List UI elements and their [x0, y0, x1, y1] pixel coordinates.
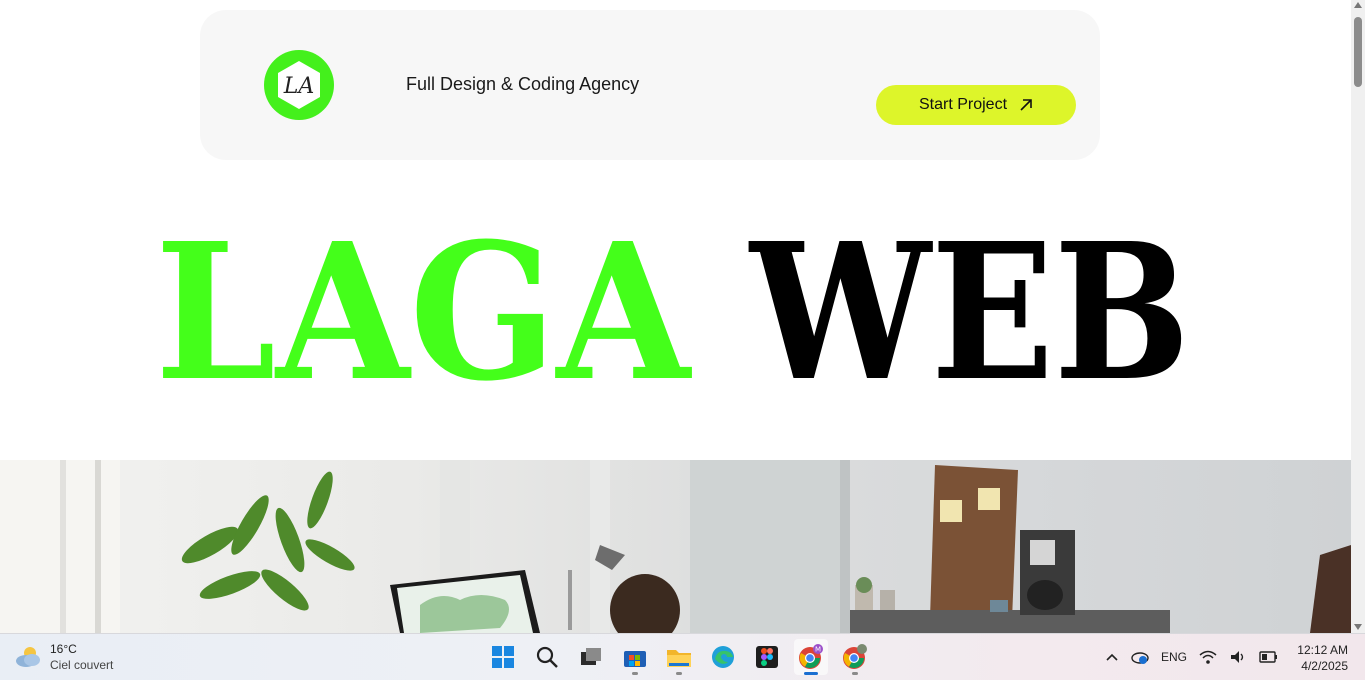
- taskbar-apps: M: [486, 639, 872, 675]
- logo-hexagon-icon: LA: [278, 61, 320, 109]
- taskbar-clock[interactable]: 12:12 AM 4/2/2025: [1290, 642, 1348, 674]
- wifi-icon[interactable]: [1199, 649, 1217, 665]
- scroll-down-arrow-icon[interactable]: [1354, 624, 1362, 630]
- chevron-up-icon[interactable]: [1105, 652, 1119, 662]
- clock-time: 12:12 AM: [1297, 643, 1348, 657]
- clock-date: 4/2/2025: [1301, 659, 1348, 673]
- battery-icon[interactable]: [1259, 650, 1279, 664]
- taskbar-chrome-profile-m-button[interactable]: M: [794, 639, 828, 675]
- taskbar-file-explorer-button[interactable]: [662, 639, 696, 675]
- windows-start-icon: [492, 646, 514, 668]
- arrow-up-right-icon: [1020, 99, 1032, 111]
- scroll-up-arrow-icon[interactable]: [1354, 2, 1362, 8]
- logo-text: LA: [283, 74, 315, 99]
- svg-text:M: M: [815, 646, 821, 654]
- browser-viewport: LA Full Design & Coding Agency Start Pro…: [0, 0, 1351, 633]
- chrome-icon: M: [799, 644, 823, 669]
- scroll-thumb[interactable]: [1354, 17, 1362, 87]
- running-indicator: [804, 672, 818, 675]
- taskbar-task-view-button[interactable]: [574, 639, 608, 675]
- hero-title: LAGA WEB: [0, 222, 1351, 397]
- taskbar-chrome-profile-2-button[interactable]: [838, 639, 872, 675]
- chrome-icon: [843, 644, 867, 669]
- hero-word-laga: LAGA: [155, 222, 692, 397]
- edge-browser-icon: [712, 646, 734, 668]
- taskbar-store-button[interactable]: [618, 639, 652, 675]
- page-scrollbar[interactable]: [1351, 0, 1365, 633]
- start-project-button[interactable]: Start Project: [876, 85, 1076, 125]
- weather-description: Ciel couvert: [50, 658, 114, 672]
- windows-taskbar: 16°C Ciel couvert M ENG 12:12 AM 4/2/202…: [0, 633, 1365, 680]
- folder-icon: [667, 650, 691, 667]
- running-indicator: [632, 672, 638, 675]
- agency-tagline: Full Design & Coding Agency: [406, 74, 640, 94]
- running-indicator: [852, 672, 858, 675]
- taskbar-search-button[interactable]: [530, 639, 564, 675]
- taskbar-start-button[interactable]: [486, 639, 520, 675]
- running-indicator: [676, 672, 682, 675]
- search-icon: [536, 646, 558, 668]
- start-project-label: Start Project: [918, 96, 1008, 113]
- office-workspace-photo: [0, 460, 1351, 633]
- volume-icon[interactable]: [1229, 649, 1247, 665]
- language-indicator[interactable]: ENG: [1161, 650, 1187, 664]
- weather-widget[interactable]: 16°C Ciel couvert: [14, 641, 113, 673]
- task-view-icon: [581, 648, 601, 665]
- system-tray: ENG: [1105, 644, 1279, 670]
- onedrive-sync-icon[interactable]: [1131, 648, 1149, 666]
- taskbar-edge-button[interactable]: [706, 639, 740, 675]
- plant-shape: [181, 471, 355, 611]
- cloudy-weather-icon: [16, 647, 40, 667]
- microsoft-store-icon: [624, 651, 646, 667]
- hero-word-web: WEB: [748, 222, 1190, 397]
- taskbar-figma-button[interactable]: [750, 639, 784, 675]
- header-card: LA Full Design & Coding Agency Start Pro…: [200, 10, 1100, 160]
- figma-icon: [756, 646, 778, 668]
- weather-temperature: 16°C: [50, 642, 77, 656]
- agency-logo[interactable]: LA: [264, 50, 334, 120]
